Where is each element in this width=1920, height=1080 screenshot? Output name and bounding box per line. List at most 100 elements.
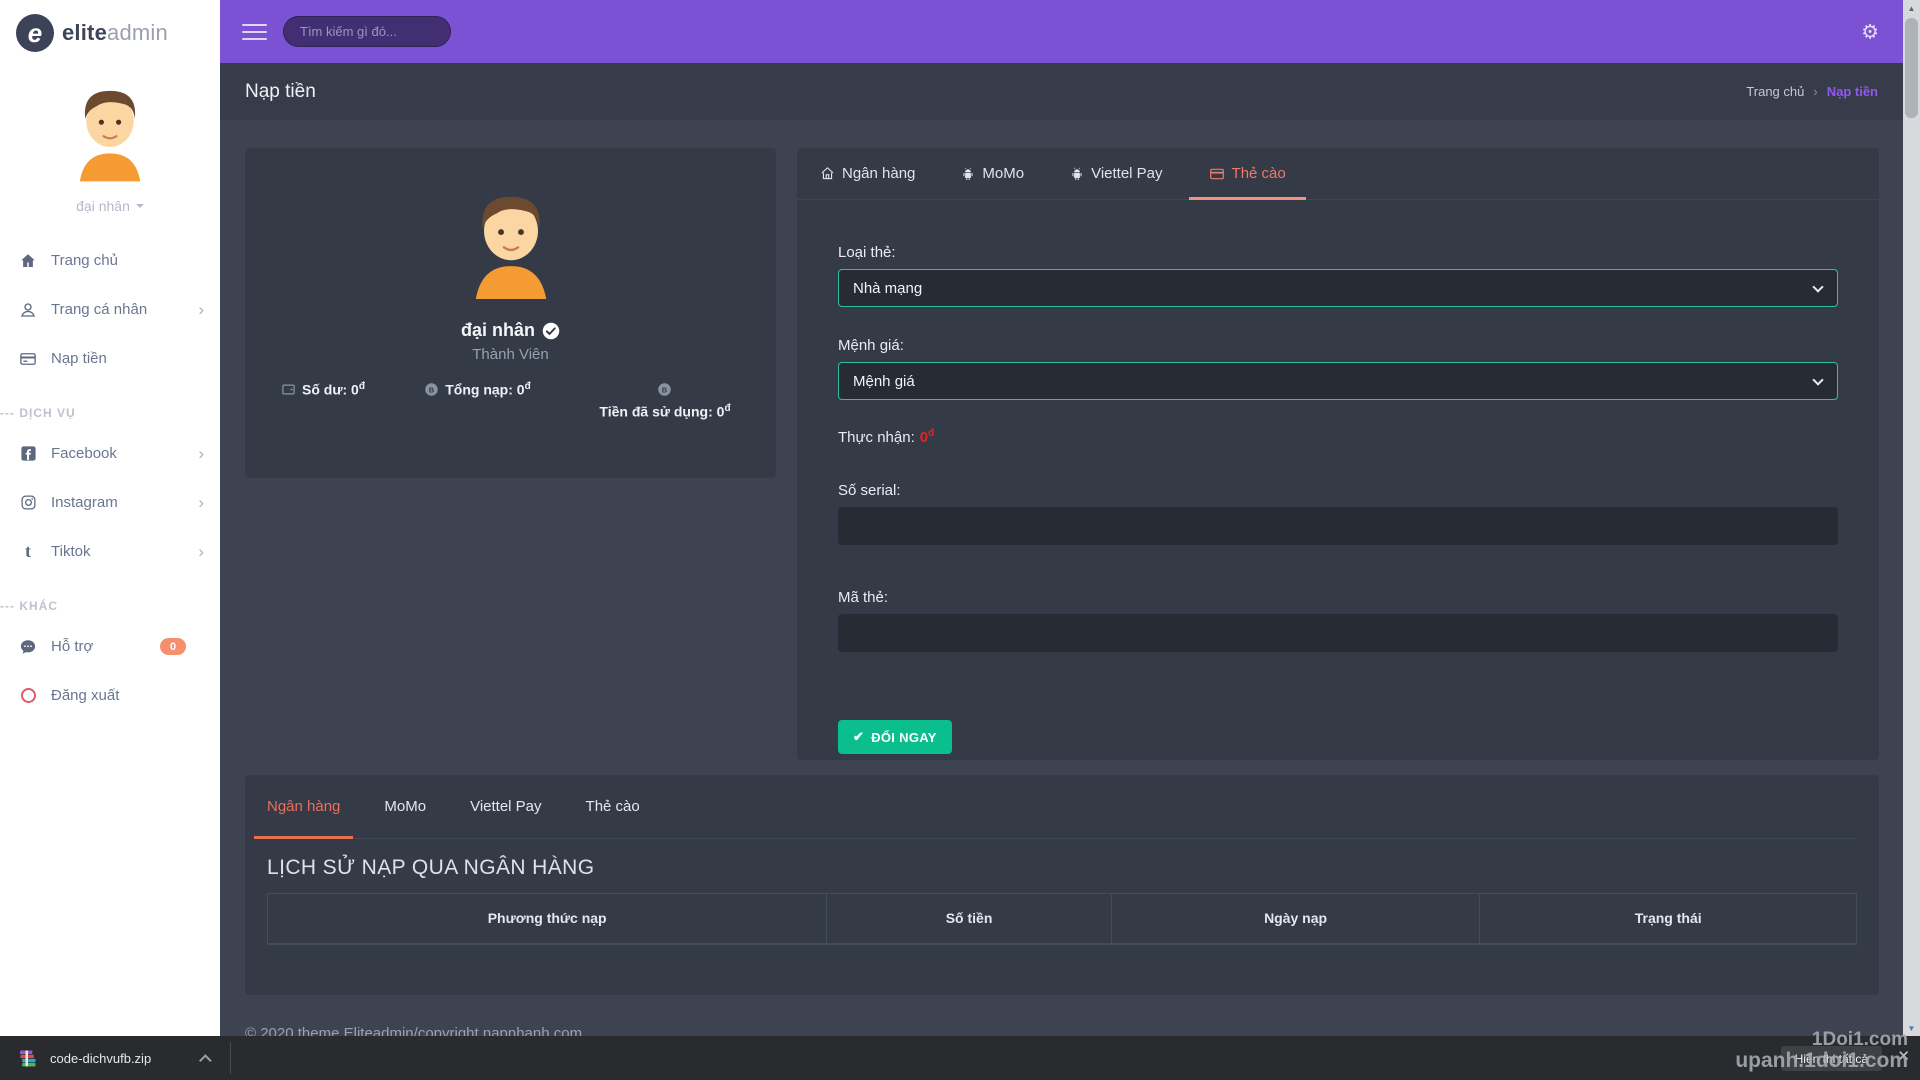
tab-viettel-pay[interactable]: Viettel Pay: [1050, 148, 1182, 199]
column-header: Số tiền: [827, 894, 1111, 944]
stat-tong-nap: B Tổng nạp: 0đ: [424, 381, 530, 420]
column-header: Trạng thái: [1480, 894, 1857, 944]
tab-label: Thẻ cào: [1232, 165, 1286, 182]
history-tab-ngan-hang[interactable]: Ngân hàng: [267, 775, 340, 838]
stat-label: Tiền đã sử dụng:: [599, 404, 712, 420]
instagram-icon: [18, 493, 38, 513]
stat-label: Tổng nạp:: [445, 382, 513, 398]
sidebar-item-label: Instagram: [51, 494, 118, 511]
tab-ngan-hang[interactable]: Ngân hàng: [800, 148, 935, 199]
sidebar: e eliteadmin đại nhân Trang c: [0, 0, 220, 1036]
close-icon[interactable]: ✕: [1897, 1049, 1910, 1064]
column-header: Ngày nạp: [1111, 894, 1480, 944]
tab-momo[interactable]: MoMo: [941, 148, 1044, 199]
history-tabs: Ngân hàng MoMo Viettel Pay Thẻ cào: [267, 775, 1857, 839]
recharge-tabs: Ngân hàng MoMo Viettel Pay: [797, 148, 1879, 200]
tab-label: MoMo: [982, 165, 1024, 182]
history-tab-viettel-pay[interactable]: Viettel Pay: [470, 775, 541, 838]
hamburger-menu-icon[interactable]: [242, 24, 267, 40]
submit-button[interactable]: ✔ ĐỔI NGAY: [838, 720, 952, 754]
sidebar-menu: Trang chủ Trang cá nhân › Nạp tiền --- D…: [0, 236, 220, 720]
content: đại nhân Thành Viên Số dư: 0đ: [220, 120, 1903, 1036]
chevron-right-icon: ›: [198, 542, 204, 562]
tab-label: Ngân hàng: [842, 165, 915, 182]
card-code-input[interactable]: [838, 614, 1838, 652]
sidebar-item-dang-xuat[interactable]: Đăng xuất: [0, 671, 220, 720]
vertical-scrollbar[interactable]: ▲ ▼: [1903, 0, 1920, 1036]
download-item[interactable]: code-dichvufb.zip: [0, 1048, 212, 1068]
sidebar-user-name: đại nhân: [76, 198, 130, 214]
android-icon: [961, 167, 975, 181]
profile-stats: Số dư: 0đ B Tổng nạp: 0đ B T: [245, 381, 776, 420]
history-tab-momo[interactable]: MoMo: [384, 775, 426, 838]
recharge-card: Ngân hàng MoMo Viettel Pay: [797, 148, 1879, 760]
brand-text-bold: elite: [62, 20, 107, 45]
sidebar-item-trang-ca-nhan[interactable]: Trang cá nhân ›: [0, 285, 220, 334]
topbar: ⚙: [220, 0, 1903, 63]
history-table: Phương thức nạp Số tiền Ngày nạp Trạng t…: [267, 893, 1857, 945]
card-type-selected-value: Nhà mạng: [853, 280, 922, 297]
scroll-up-arrow-icon[interactable]: ▲: [1903, 0, 1920, 16]
chevron-down-icon: [1812, 281, 1823, 292]
receive-value: 0: [920, 429, 928, 446]
card-icon: [1209, 166, 1225, 182]
download-expand-chevron-icon[interactable]: [199, 1054, 212, 1067]
browser-download-bar: code-dichvufb.zip Hiển thị tất cả ✕ 1Doi…: [0, 1036, 1920, 1080]
card-type-select[interactable]: Nhà mạng: [838, 269, 1838, 307]
profile-role: Thành Viên: [472, 346, 548, 363]
sidebar-item-trang-chu[interactable]: Trang chủ: [0, 236, 220, 285]
table-header-row: Phương thức nạp Số tiền Ngày nạp Trạng t…: [268, 894, 1857, 944]
card-code-label: Mã thẻ:: [838, 589, 1838, 606]
page-header: Nạp tiền Trang chủ › Nạp tiền: [220, 63, 1903, 120]
search-input[interactable]: [283, 16, 451, 47]
currency-suffix: đ: [928, 428, 934, 439]
stat-so-du: Số dư: 0đ: [281, 381, 365, 420]
sidebar-section-dich-vu: --- DỊCH VỤ: [0, 401, 220, 425]
sidebar-avatar[interactable]: [56, 78, 164, 190]
scrollbar-thumb[interactable]: [1905, 18, 1918, 118]
scroll-down-arrow-icon[interactable]: ▼: [1903, 1020, 1920, 1036]
power-icon: [18, 686, 38, 706]
wallet-icon: [281, 382, 296, 397]
check-icon: ✔: [853, 729, 864, 745]
sidebar-item-label: Tiktok: [51, 543, 90, 560]
user-icon: [18, 300, 38, 320]
gear-icon[interactable]: ⚙: [1861, 19, 1879, 44]
page-title: Nạp tiền: [245, 81, 316, 103]
sidebar-item-ho-tro[interactable]: Hỗ trợ 0: [0, 622, 220, 671]
chevron-down-icon: [1812, 374, 1823, 385]
support-badge: 0: [160, 638, 186, 655]
footer-copyright: © 2020 theme Eliteadmin/copyright napnha…: [245, 1025, 1879, 1036]
breadcrumb-current[interactable]: Nạp tiền: [1827, 84, 1878, 99]
denomination-select[interactable]: Mệnh giá: [838, 362, 1838, 400]
serial-input[interactable]: [838, 507, 1838, 545]
sidebar-item-tiktok[interactable]: t Tiktok ›: [0, 527, 220, 576]
sidebar-section-khac: --- KHÁC: [0, 594, 220, 618]
currency-suffix: đ: [359, 381, 365, 392]
sidebar-item-instagram[interactable]: Instagram ›: [0, 478, 220, 527]
sidebar-user-dropdown[interactable]: đại nhân: [76, 198, 144, 214]
receive-label: Thực nhận:: [838, 429, 915, 446]
show-all-downloads-button[interactable]: Hiển thị tất cả: [1781, 1046, 1882, 1071]
sidebar-item-facebook[interactable]: Facebook ›: [0, 429, 220, 478]
sidebar-item-label: Trang cá nhân: [51, 301, 147, 318]
chat-icon: [18, 637, 38, 657]
tab-label: Viettel Pay: [1091, 165, 1162, 182]
credit-card-icon: [18, 349, 38, 369]
history-tab-the-cao[interactable]: Thẻ cào: [586, 775, 640, 838]
breadcrumb-separator: ›: [1813, 84, 1817, 99]
history-title: LỊCH SỬ NẠP QUA NGÂN HÀNG: [267, 856, 1857, 880]
coin-icon: B: [424, 382, 439, 397]
sidebar-item-nap-tien[interactable]: Nạp tiền: [0, 334, 220, 383]
breadcrumb-home-link[interactable]: Trang chủ: [1746, 84, 1804, 99]
sidebar-item-label: Đăng xuất: [51, 687, 119, 704]
currency-suffix: đ: [724, 403, 730, 414]
brand-logo[interactable]: e eliteadmin: [0, 0, 220, 52]
home-icon: [18, 251, 38, 271]
chevron-right-icon: ›: [198, 300, 204, 320]
stat-tien-da-su-dung: B Tiền đã sử dụng: 0đ: [590, 381, 740, 420]
verified-check-icon: [542, 322, 560, 340]
card-type-label: Loại thẻ:: [838, 244, 1838, 261]
denomination-selected-value: Mệnh giá: [853, 373, 915, 390]
tab-the-cao[interactable]: Thẻ cào: [1189, 148, 1306, 199]
